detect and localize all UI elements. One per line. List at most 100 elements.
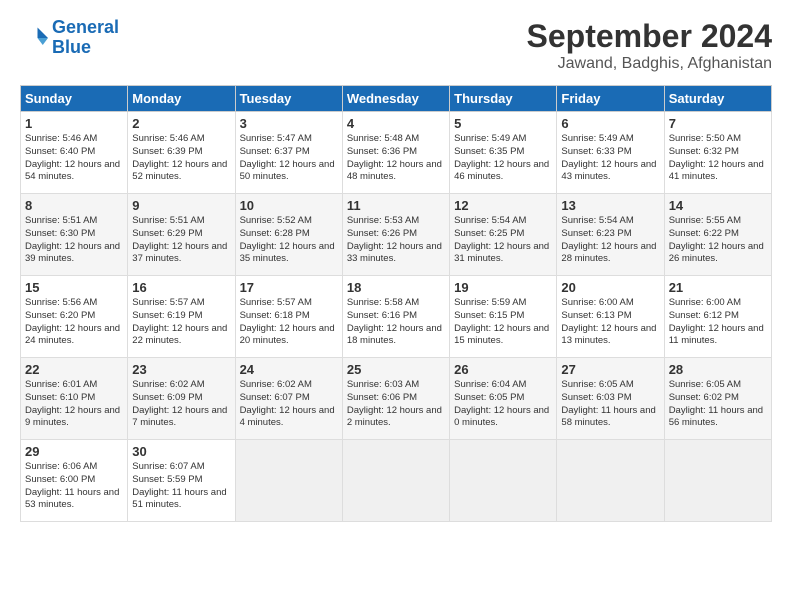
day-number: 23 (132, 362, 230, 377)
day-number: 18 (347, 280, 445, 295)
weekday-header: Friday (557, 86, 664, 112)
page: General Blue September 2024 Jawand, Badg… (0, 0, 792, 532)
cell-info: Sunrise: 5:57 AMSunset: 6:18 PMDaylight:… (240, 297, 338, 348)
cell-info: Sunrise: 5:49 AMSunset: 6:35 PMDaylight:… (454, 133, 552, 184)
day-number: 20 (561, 280, 659, 295)
day-number: 6 (561, 116, 659, 131)
calendar-cell: 28 Sunrise: 6:05 AMSunset: 6:02 PMDayligh… (664, 358, 771, 440)
calendar-table: SundayMondayTuesdayWednesdayThursdayFrid… (20, 85, 772, 522)
calendar-cell: 7 Sunrise: 5:50 AMSunset: 6:32 PMDaylight… (664, 112, 771, 194)
header-row: SundayMondayTuesdayWednesdayThursdayFrid… (21, 86, 772, 112)
day-number: 17 (240, 280, 338, 295)
cell-info: Sunrise: 5:52 AMSunset: 6:28 PMDaylight:… (240, 215, 338, 266)
cell-info: Sunrise: 5:46 AMSunset: 6:39 PMDaylight:… (132, 133, 230, 184)
calendar-cell: 12Sunrise: 5:54 AMSunset: 6:25 PMDayligh… (450, 194, 557, 276)
cell-info: Sunrise: 5:51 AMSunset: 6:30 PMDaylight:… (25, 215, 123, 266)
cell-info: Sunrise: 5:49 AMSunset: 6:33 PMDaylight:… (561, 133, 659, 184)
day-number: 14 (669, 198, 767, 213)
calendar-cell: 8 Sunrise: 5:51 AMSunset: 6:30 PMDaylight… (21, 194, 128, 276)
title-section: September 2024 Jawand, Badghis, Afghanis… (527, 18, 772, 73)
calendar-cell: 21 Sunrise: 6:00 AMSunset: 6:12 PMDayligh… (664, 276, 771, 358)
cell-info: Sunrise: 6:05 AMSunset: 6:02 PMDaylight:… (669, 379, 767, 430)
calendar-cell: 9 Sunrise: 5:51 AMSunset: 6:29 PMDaylight… (128, 194, 235, 276)
weekday-header: Tuesday (235, 86, 342, 112)
day-number: 26 (454, 362, 552, 377)
calendar-cell: 13Sunrise: 5:54 AMSunset: 6:23 PMDayligh… (557, 194, 664, 276)
day-number: 9 (132, 198, 230, 213)
weekday-header: Thursday (450, 86, 557, 112)
weekday-header: Monday (128, 86, 235, 112)
day-number: 21 (669, 280, 767, 295)
day-number: 28 (669, 362, 767, 377)
cell-info: Sunrise: 6:07 AMSunset: 5:59 PMDaylight:… (132, 461, 230, 512)
calendar-cell (450, 440, 557, 522)
calendar-cell: 20 Sunrise: 6:00 AMSunset: 6:13 PMDayligh… (557, 276, 664, 358)
calendar-cell: 24 Sunrise: 6:02 AMSunset: 6:07 PMDayligh… (235, 358, 342, 440)
day-number: 3 (240, 116, 338, 131)
calendar-cell (664, 440, 771, 522)
calendar-cell: 30 Sunrise: 6:07 AMSunset: 5:59 PMDayligh… (128, 440, 235, 522)
calendar-cell: 15Sunrise: 5:56 AMSunset: 6:20 PMDayligh… (21, 276, 128, 358)
day-number: 7 (669, 116, 767, 131)
day-number: 11 (347, 198, 445, 213)
day-number: 8 (25, 198, 123, 213)
logo-line2: Blue (52, 38, 119, 58)
day-number: 2 (132, 116, 230, 131)
calendar-week-row: 1Sunrise: 5:46 AMSunset: 6:40 PMDaylight… (21, 112, 772, 194)
calendar-cell: 27Sunrise: 6:05 AMSunset: 6:03 PMDayligh… (557, 358, 664, 440)
cell-info: Sunrise: 5:55 AMSunset: 6:22 PMDaylight:… (669, 215, 767, 266)
calendar-cell: 22Sunrise: 6:01 AMSunset: 6:10 PMDayligh… (21, 358, 128, 440)
location-title: Jawand, Badghis, Afghanistan (527, 55, 772, 73)
day-number: 19 (454, 280, 552, 295)
calendar-cell: 5 Sunrise: 5:49 AMSunset: 6:35 PMDaylight… (450, 112, 557, 194)
weekday-header: Wednesday (342, 86, 449, 112)
day-number: 1 (25, 116, 123, 131)
cell-info: Sunrise: 5:50 AMSunset: 6:32 PMDaylight:… (669, 133, 767, 184)
calendar-cell: 19Sunrise: 5:59 AMSunset: 6:15 PMDayligh… (450, 276, 557, 358)
cell-info: Sunrise: 5:57 AMSunset: 6:19 PMDaylight:… (132, 297, 230, 348)
cell-info: Sunrise: 6:06 AMSunset: 6:00 PMDaylight:… (25, 461, 123, 512)
calendar-cell: 10 Sunrise: 5:52 AMSunset: 6:28 PMDayligh… (235, 194, 342, 276)
logo-line1: General (52, 17, 119, 37)
logo-icon (20, 24, 48, 52)
calendar-cell: 11Sunrise: 5:53 AMSunset: 6:26 PMDayligh… (342, 194, 449, 276)
day-number: 16 (132, 280, 230, 295)
calendar-cell: 3 Sunrise: 5:47 AMSunset: 6:37 PMDaylight… (235, 112, 342, 194)
cell-info: Sunrise: 6:05 AMSunset: 6:03 PMDaylight:… (561, 379, 659, 430)
calendar-cell: 18Sunrise: 5:58 AMSunset: 6:16 PMDayligh… (342, 276, 449, 358)
day-number: 29 (25, 444, 123, 459)
calendar-cell: 16 Sunrise: 5:57 AMSunset: 6:19 PMDayligh… (128, 276, 235, 358)
day-number: 4 (347, 116, 445, 131)
cell-info: Sunrise: 6:02 AMSunset: 6:07 PMDaylight:… (240, 379, 338, 430)
calendar-week-row: 15Sunrise: 5:56 AMSunset: 6:20 PMDayligh… (21, 276, 772, 358)
cell-info: Sunrise: 5:54 AMSunset: 6:25 PMDaylight:… (454, 215, 552, 266)
calendar-cell: 2 Sunrise: 5:46 AMSunset: 6:39 PMDaylight… (128, 112, 235, 194)
calendar-cell: 25 Sunrise: 6:03 AMSunset: 6:06 PMDayligh… (342, 358, 449, 440)
calendar-cell (557, 440, 664, 522)
calendar-cell (342, 440, 449, 522)
cell-info: Sunrise: 6:02 AMSunset: 6:09 PMDaylight:… (132, 379, 230, 430)
calendar-cell: 4Sunrise: 5:48 AMSunset: 6:36 PMDaylight… (342, 112, 449, 194)
month-title: September 2024 (527, 18, 772, 55)
calendar-week-row: 29 Sunrise: 6:06 AMSunset: 6:00 PMDayligh… (21, 440, 772, 522)
cell-info: Sunrise: 6:03 AMSunset: 6:06 PMDaylight:… (347, 379, 445, 430)
day-number: 10 (240, 198, 338, 213)
calendar-cell: 23 Sunrise: 6:02 AMSunset: 6:09 PMDayligh… (128, 358, 235, 440)
cell-info: Sunrise: 5:47 AMSunset: 6:37 PMDaylight:… (240, 133, 338, 184)
day-number: 24 (240, 362, 338, 377)
day-number: 5 (454, 116, 552, 131)
calendar-cell: 14 Sunrise: 5:55 AMSunset: 6:22 PMDayligh… (664, 194, 771, 276)
cell-info: Sunrise: 5:51 AMSunset: 6:29 PMDaylight:… (132, 215, 230, 266)
weekday-header: Sunday (21, 86, 128, 112)
day-number: 30 (132, 444, 230, 459)
calendar-week-row: 8 Sunrise: 5:51 AMSunset: 6:30 PMDaylight… (21, 194, 772, 276)
calendar-cell: 26 Sunrise: 6:04 AMSunset: 6:05 PMDayligh… (450, 358, 557, 440)
weekday-header: Saturday (664, 86, 771, 112)
cell-info: Sunrise: 6:04 AMSunset: 6:05 PMDaylight:… (454, 379, 552, 430)
cell-info: Sunrise: 5:56 AMSunset: 6:20 PMDaylight:… (25, 297, 123, 348)
cell-info: Sunrise: 6:00 AMSunset: 6:13 PMDaylight:… (561, 297, 659, 348)
day-number: 25 (347, 362, 445, 377)
calendar-cell (235, 440, 342, 522)
calendar-cell: 1Sunrise: 5:46 AMSunset: 6:40 PMDaylight… (21, 112, 128, 194)
cell-info: Sunrise: 6:00 AMSunset: 6:12 PMDaylight:… (669, 297, 767, 348)
